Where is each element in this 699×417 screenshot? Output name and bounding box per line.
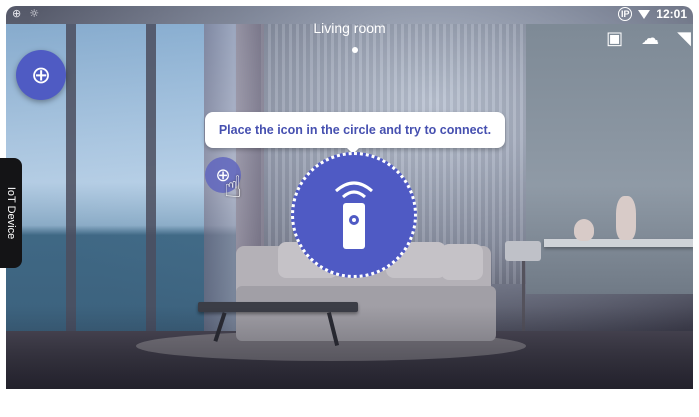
clock: 12:01	[656, 7, 687, 21]
add-circle-icon: ⊕	[12, 7, 22, 20]
notification-icon: ☼	[29, 7, 40, 20]
iot-device-tab[interactable]: IoT Device	[0, 158, 22, 268]
ip-badge: IP	[618, 7, 633, 21]
status-right: IP 12:01	[618, 7, 687, 21]
status-left-icons: ⊕ ☼	[12, 7, 39, 20]
window-mullion	[146, 24, 156, 354]
vase	[574, 219, 594, 241]
cushion	[441, 244, 483, 280]
hand-pointer-icon: ☝	[224, 170, 243, 205]
camera-warning-icon[interactable]: ▣	[606, 28, 623, 49]
add-circle-icon: ⊕	[30, 61, 52, 89]
app-frame: ⊕ ☼ IP 12:01 Living room ▣ ☁ ◥ ⊕ IoT Dev…	[0, 0, 699, 417]
wall-shelf	[544, 239, 693, 247]
bottom-shade	[6, 306, 693, 389]
iot-device-label: IoT Device	[5, 186, 17, 240]
wifi-off-icon[interactable]: ◥	[677, 28, 691, 49]
floor-lamp	[505, 241, 541, 261]
remote-button	[349, 215, 359, 225]
cloud-disconnected-icon[interactable]: ☁	[641, 28, 659, 49]
drop-target-circle[interactable]	[291, 152, 417, 278]
room-title[interactable]: Living room	[0, 20, 699, 36]
signal-icon	[638, 9, 651, 19]
remote-control-icon	[343, 203, 365, 249]
page-indicator-dot	[352, 47, 358, 53]
tooltip-text: Place the icon in the circle and try to …	[218, 123, 492, 137]
add-device-button[interactable]: ⊕	[16, 50, 66, 100]
wifi-waves-icon	[335, 181, 373, 199]
top-right-icons: ▣ ☁ ◥	[606, 28, 691, 49]
vase	[616, 196, 636, 240]
right-wall	[526, 24, 693, 294]
window-mullion	[66, 24, 76, 354]
instruction-tooltip: Place the icon in the circle and try to …	[205, 112, 505, 148]
